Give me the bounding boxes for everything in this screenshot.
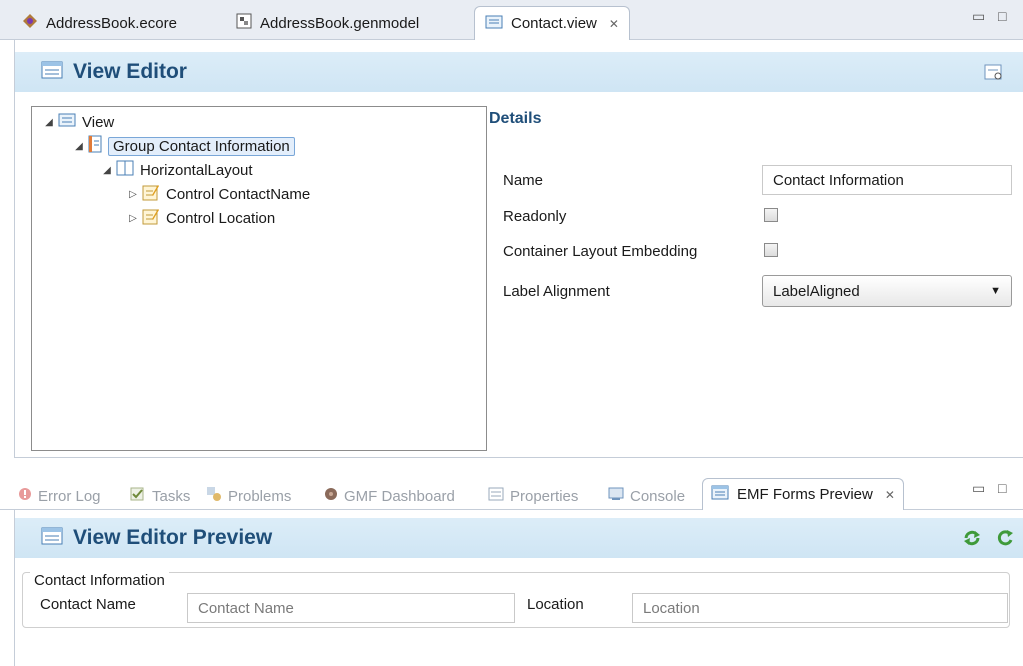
tree-node-label: View [82, 113, 115, 131]
tab-emf-forms-preview[interactable]: EMF Forms Preview ✕ [702, 478, 904, 510]
tree-node-control-location[interactable]: ▷ Control Location [126, 207, 275, 229]
view-icon [58, 113, 76, 131]
horizontal-layout-icon [116, 160, 134, 180]
maximize-icon[interactable]: □ [998, 480, 1006, 496]
tab-label: Contact.view [511, 15, 597, 32]
readonly-label: Readonly [503, 208, 567, 225]
tree-node-label: Group Contact Information [108, 136, 295, 156]
expand-icon[interactable]: ◢ [42, 117, 56, 128]
tree-node-label: Control ContactName [166, 185, 311, 203]
label-alignment-label: Label Alignment [503, 283, 610, 300]
group-icon [88, 135, 102, 157]
container-layout-embedding-checkbox[interactable] [764, 243, 778, 257]
emf-forms-preview-icon [711, 485, 731, 505]
problems-icon [206, 486, 222, 506]
tree-node-horizontal-layout[interactable]: ◢ HorizontalLayout [100, 159, 253, 181]
view-file-icon [485, 14, 503, 34]
maximize-icon[interactable]: □ [998, 8, 1006, 24]
tab-properties[interactable]: Properties [488, 482, 578, 510]
auto-refresh-icon[interactable] [996, 529, 1014, 551]
genmodel-icon [236, 13, 252, 33]
tasks-icon [130, 487, 146, 505]
name-label: Name [503, 172, 544, 189]
gmf-dashboard-icon [324, 487, 338, 505]
tab-error-log[interactable]: Error Log [18, 482, 101, 510]
page-title: View Editor [73, 60, 187, 83]
tab-label: Tasks [152, 487, 191, 505]
view-tab-strip: Error Log Tasks Problems GMF Dashboard P… [0, 474, 1023, 510]
contact-name-input[interactable]: Contact Name [187, 593, 515, 623]
preview-icon[interactable] [984, 64, 1004, 86]
tab-gmf-dashboard[interactable]: GMF Dashboard [324, 482, 455, 510]
close-icon[interactable]: ✕ [885, 488, 895, 502]
tab-label: Error Log [38, 487, 101, 505]
location-label: Location [527, 596, 584, 613]
editor-tab-strip: AddressBook.ecore AddressBook.genmodel C… [0, 0, 1023, 40]
expand-icon[interactable]: ◢ [100, 165, 114, 176]
view-editor-icon [41, 61, 63, 83]
properties-icon [488, 487, 504, 505]
tab-console[interactable]: Console [608, 482, 685, 510]
details-heading: Details [489, 110, 542, 127]
tree-node-group[interactable]: ◢ Group Contact Information [72, 135, 295, 157]
name-field[interactable]: Contact Information [762, 165, 1012, 195]
tab-label: Console [630, 487, 686, 505]
minimize-icon[interactable]: ▭ [972, 8, 985, 25]
tab-addressbook-genmodel[interactable]: AddressBook.genmodel [226, 6, 429, 40]
expand-icon[interactable]: ◢ [72, 141, 86, 152]
tab-label: Problems [228, 487, 292, 505]
preview-banner: View Editor Preview [15, 518, 1023, 558]
control-icon [142, 183, 160, 205]
console-icon [608, 487, 624, 505]
tab-addressbook-ecore[interactable]: AddressBook.ecore [12, 6, 187, 40]
tree-node-control-contactname[interactable]: ▷ Control ContactName [126, 183, 310, 205]
chevron-down-icon: ▼ [990, 285, 1001, 297]
preview-title: View Editor Preview [73, 526, 273, 549]
view-tree[interactable]: ◢ View ◢ Group Contact Information ◢ Hor… [31, 106, 487, 451]
group-label: Contact Information [30, 572, 169, 589]
view-editor-banner: View Editor [15, 52, 1023, 92]
collapsed-arrow-icon[interactable]: ▷ [126, 189, 140, 200]
tab-label: GMF Dashboard [344, 487, 455, 505]
tab-label: AddressBook.ecore [46, 14, 177, 32]
control-icon [142, 207, 160, 229]
contact-name-label: Contact Name [40, 596, 136, 613]
close-icon[interactable]: ✕ [609, 17, 619, 31]
readonly-checkbox[interactable] [764, 208, 778, 222]
label-alignment-value: LabelAligned [773, 282, 860, 300]
tree-node-label: HorizontalLayout [140, 161, 253, 179]
tab-label: Properties [510, 487, 579, 505]
view-editor-panel: View Editor ◢ View ◢ Group Contact Infor… [14, 40, 1023, 458]
tab-contact-view[interactable]: Contact.view ✕ [474, 6, 630, 40]
label-alignment-select[interactable]: LabelAligned ▼ [762, 275, 1012, 307]
container-layout-embedding-label: Container Layout Embedding [503, 243, 698, 260]
ecore-package-icon [22, 13, 38, 33]
tab-problems[interactable]: Problems [206, 482, 291, 510]
collapsed-arrow-icon[interactable]: ▷ [126, 213, 140, 224]
tab-label: EMF Forms Preview [737, 486, 873, 503]
refresh-icon[interactable] [962, 529, 982, 551]
tab-tasks[interactable]: Tasks [130, 482, 190, 510]
tree-node-view[interactable]: ◢ View [42, 111, 114, 133]
location-input[interactable]: Location [632, 593, 1008, 623]
tab-label: AddressBook.genmodel [260, 14, 420, 32]
view-editor-preview-icon [41, 527, 63, 549]
error-log-icon [18, 487, 32, 505]
tree-node-label: Control Location [166, 209, 276, 227]
minimize-icon[interactable]: ▭ [972, 480, 985, 497]
